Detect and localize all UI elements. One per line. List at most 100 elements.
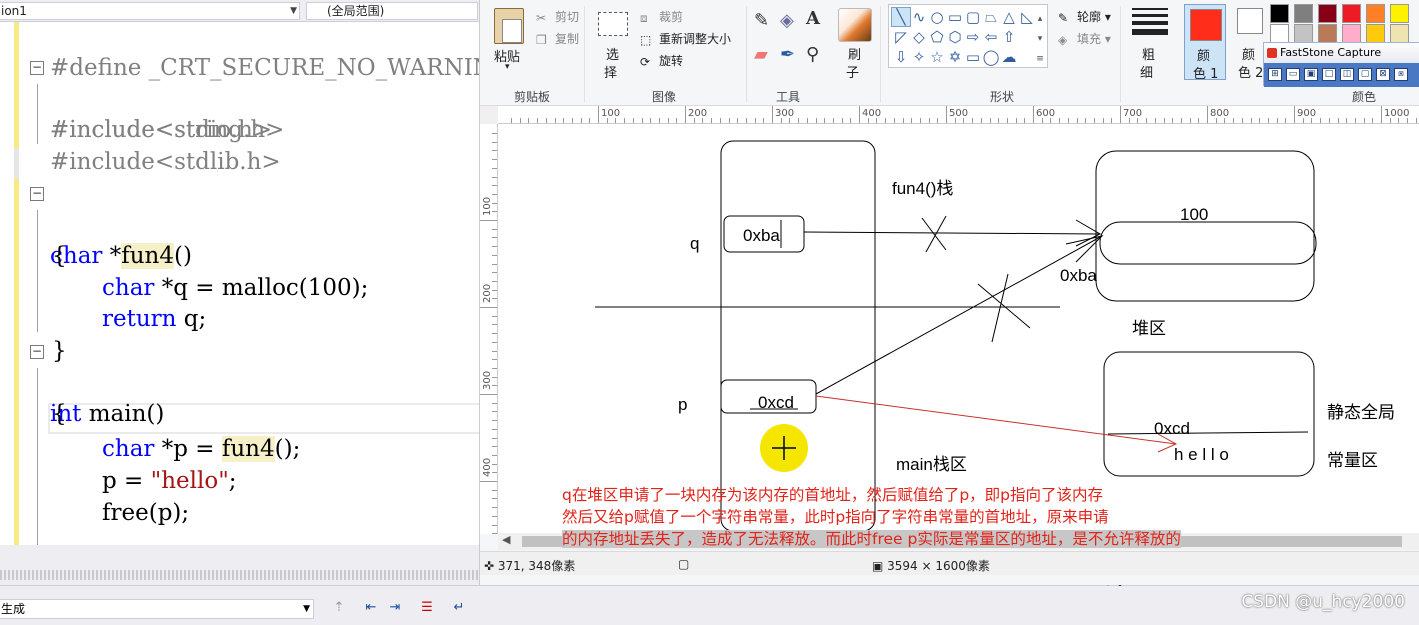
- static-string: h e l l o: [1174, 445, 1229, 464]
- oval-callout-shape-icon[interactable]: ◯: [982, 48, 1000, 66]
- output-source-combo[interactable]: 生成 ▼: [0, 599, 314, 619]
- right-arrow-shape-icon[interactable]: ⇨: [964, 28, 982, 46]
- code-area[interactable]: #define _CRT_SECURE_NO_WARNINGS − #inclu…: [0, 22, 479, 545]
- select-label[interactable]: 选: [606, 44, 619, 63]
- five-point-star-shape-icon[interactable]: ☆: [928, 48, 946, 66]
- paste-icon[interactable]: [494, 8, 524, 44]
- cut-button[interactable]: ✂ 剪切: [536, 8, 579, 25]
- capture-scroll-icon[interactable]: ⊠: [1376, 68, 1390, 81]
- crop-button[interactable]: ⧈ 裁剪: [640, 8, 683, 25]
- oval-shape-icon[interactable]: ○: [928, 8, 946, 26]
- go-previous-icon[interactable]: ⇤: [362, 600, 380, 616]
- palette-color-swatch[interactable]: [1294, 24, 1313, 43]
- ruler-label: 400: [862, 108, 882, 119]
- ruler-minor-tick: [1250, 118, 1252, 123]
- chevron-down-icon[interactable]: ▾: [505, 62, 510, 72]
- scroll-left-icon[interactable]: ◀: [502, 533, 510, 546]
- down-arrow-shape-icon[interactable]: ⇩: [892, 48, 910, 66]
- select-icon[interactable]: [598, 12, 628, 36]
- toggle-word-wrap-icon[interactable]: ↵: [450, 600, 468, 616]
- find-message-icon[interactable]: ⇡: [330, 600, 348, 616]
- palette-color-swatch[interactable]: [1294, 4, 1313, 23]
- ruler-label: 400: [482, 457, 493, 477]
- open-icon[interactable]: ⊞: [1268, 68, 1282, 81]
- palette-color-swatch[interactable]: [1390, 4, 1409, 23]
- palette-color-swatch[interactable]: [1390, 24, 1409, 43]
- brush-label-2[interactable]: 子: [846, 62, 859, 81]
- color-picker-icon[interactable]: ✒: [780, 44, 795, 65]
- rectangle-shape-icon[interactable]: ▭: [946, 8, 964, 26]
- editor-horizontal-scrollbar[interactable]: [0, 570, 479, 580]
- palette-color-swatch[interactable]: [1318, 4, 1337, 23]
- color1-button[interactable]: 颜 色 1: [1184, 4, 1226, 82]
- collapse-icon[interactable]: −: [30, 187, 44, 201]
- chevron-up-icon[interactable]: ▴: [1031, 10, 1049, 28]
- pentagon-shape-icon[interactable]: ⬠: [928, 28, 946, 46]
- capture-window-icon[interactable]: ▭: [1286, 68, 1300, 81]
- scope-combo[interactable]: (全局范围): [306, 2, 478, 20]
- ruler-horizontal: 100 200 300 400 500 600 700 800 900 1000: [498, 106, 1419, 124]
- more-shapes-icon[interactable]: ≡: [1031, 50, 1049, 68]
- ruler-minor-tick: [606, 118, 608, 123]
- capture-object-icon[interactable]: ▣: [1304, 68, 1318, 81]
- six-point-star-shape-icon[interactable]: ✡: [946, 48, 964, 66]
- resize-button[interactable]: ⬚ 重新调整大小: [640, 30, 731, 47]
- eraser-icon[interactable]: ▰: [754, 44, 768, 65]
- rotate-button[interactable]: ⟳ 旋转: [640, 52, 683, 69]
- left-arrow-shape-icon[interactable]: ⇦: [982, 28, 1000, 46]
- palette-color-swatch[interactable]: [1270, 4, 1289, 23]
- copy-button[interactable]: ❐ 复制: [536, 30, 579, 47]
- palette-color-swatch[interactable]: [1318, 24, 1337, 43]
- diamond-shape-icon[interactable]: ◇: [910, 28, 928, 46]
- palette-color-swatch[interactable]: [1342, 4, 1361, 23]
- line-shape-icon[interactable]: ╲: [892, 8, 910, 26]
- chevron-down-icon[interactable]: ▾: [1031, 30, 1049, 48]
- up-arrow-shape-icon[interactable]: ⇧: [1000, 28, 1018, 46]
- collapse-icon[interactable]: −: [30, 61, 44, 75]
- callout-shape-icon[interactable]: ▭: [964, 48, 982, 66]
- palette-color-swatch[interactable]: [1366, 24, 1385, 43]
- ruler-minor-tick: [1093, 118, 1095, 123]
- four-point-star-shape-icon[interactable]: ✧: [910, 48, 928, 66]
- drawing-canvas[interactable]: 0xba q 0xcd p fun4()栈 main栈区 100 0xba 堆区: [498, 124, 1419, 534]
- color2-label[interactable]: 颜: [1242, 44, 1255, 63]
- cloud-callout-shape-icon[interactable]: ☁: [1000, 48, 1018, 66]
- size-label-2[interactable]: 细: [1140, 62, 1153, 81]
- code-line-4: #include<stdlib.h>: [0, 116, 479, 175]
- magnifier-icon[interactable]: ⚲: [806, 44, 819, 65]
- palette-color-swatch[interactable]: [1270, 24, 1289, 43]
- ruler-minor-tick: [1354, 118, 1356, 123]
- size-label[interactable]: 粗: [1142, 44, 1155, 63]
- rounded-rectangle-shape-icon[interactable]: ▢: [964, 8, 982, 26]
- polygon-shape-icon[interactable]: ⏢: [982, 8, 1000, 26]
- capture-freehand-icon[interactable]: ◫: [1340, 68, 1354, 81]
- capture-region-icon[interactable]: □: [1322, 68, 1336, 81]
- outline-button[interactable]: ✎ 轮廓 ▾: [1058, 8, 1111, 25]
- go-next-icon[interactable]: ⇥: [386, 600, 404, 616]
- ruler-minor-tick: [492, 385, 497, 387]
- hexagon-shape-icon[interactable]: ⬡: [946, 28, 964, 46]
- palette-color-swatch[interactable]: [1342, 24, 1361, 43]
- right-triangle-2-shape-icon[interactable]: ◸: [892, 28, 910, 46]
- capture-fixed-icon[interactable]: ⧆: [1394, 68, 1408, 81]
- brush-icon[interactable]: [838, 8, 872, 42]
- ruler-minor-tick: [1137, 118, 1139, 123]
- fill-bucket-icon[interactable]: ◈: [780, 10, 794, 31]
- text-tool-icon[interactable]: A: [806, 8, 820, 29]
- static-divider: [1107, 431, 1309, 435]
- palette-color-swatch[interactable]: [1366, 4, 1385, 23]
- select-label-2[interactable]: 择: [604, 62, 617, 81]
- resize-label: 重新调整大小: [659, 32, 732, 46]
- capture-fullscreen-icon[interactable]: ▢: [1358, 68, 1372, 81]
- ruler-minor-tick: [754, 118, 756, 123]
- triangle-shape-icon[interactable]: △: [1000, 8, 1018, 26]
- fill-button[interactable]: ◈ 填充 ▾: [1058, 30, 1111, 47]
- pencil-icon[interactable]: ✎: [754, 10, 769, 31]
- color2-label-2[interactable]: 色 2: [1238, 62, 1263, 81]
- size-icon[interactable]: [1132, 8, 1168, 38]
- curve-shape-icon[interactable]: ∿: [910, 8, 928, 26]
- collapse-icon[interactable]: −: [30, 345, 44, 359]
- project-combo[interactable]: ion1 ▼: [0, 2, 300, 20]
- clear-all-icon[interactable]: ☰: [418, 600, 436, 616]
- brush-label[interactable]: 刷: [848, 44, 861, 63]
